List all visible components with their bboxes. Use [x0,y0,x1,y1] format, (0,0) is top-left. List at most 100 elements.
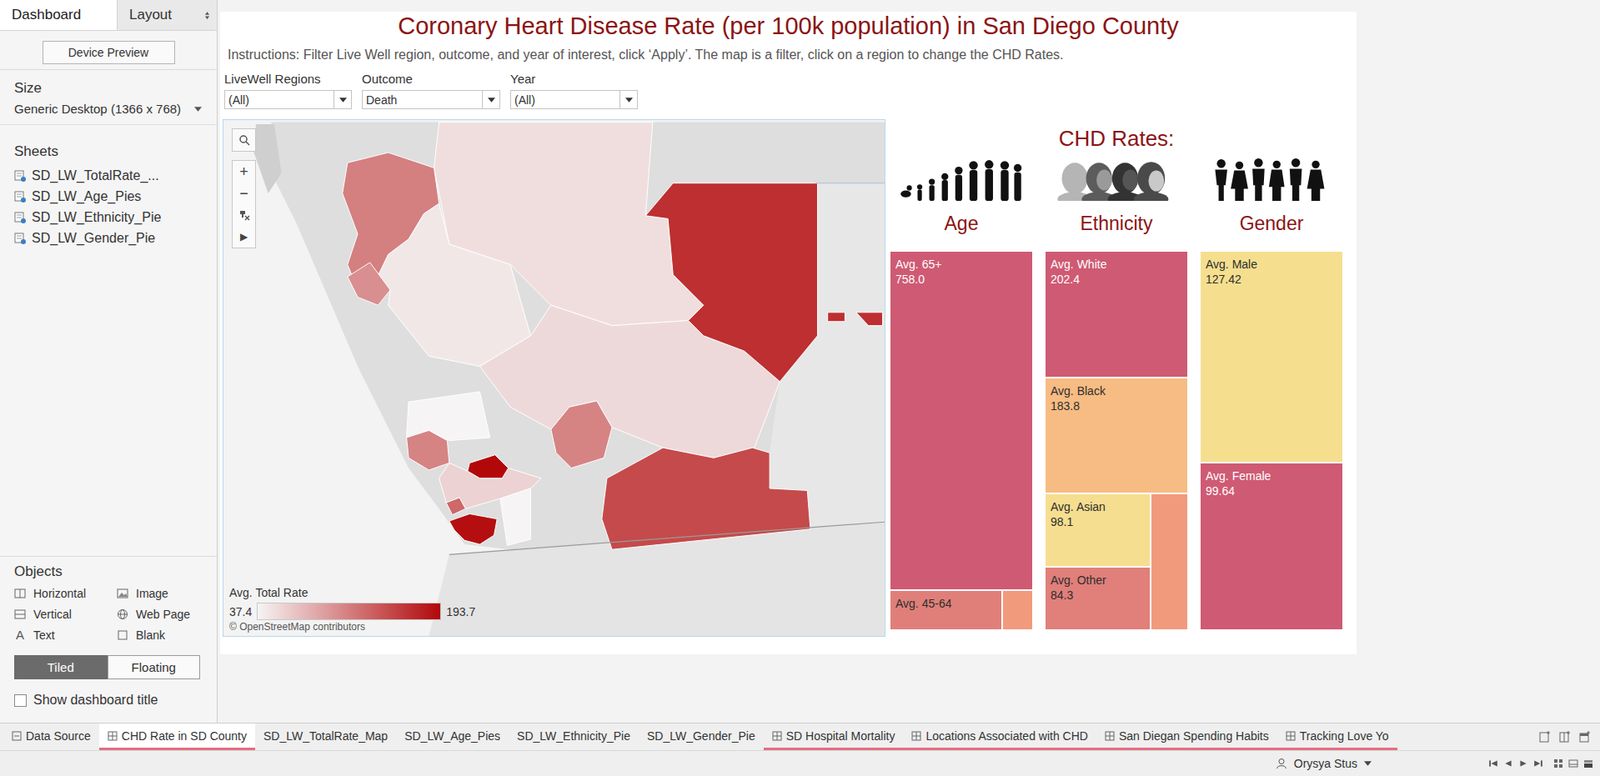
zoom-out-button[interactable]: − [232,182,256,205]
pane-tab[interactable]: Dashboard [0,0,117,31]
sheet-tab[interactable]: SD_LW_Age_Pies [396,723,509,751]
new-story-icon[interactable] [1578,730,1592,744]
treemap-cell[interactable] [1003,591,1033,630]
last-sheet-icon[interactable] [1533,758,1544,769]
filter: Outcome Death [361,71,501,110]
new-dashboard-icon[interactable] [1558,730,1572,744]
sheet-item[interactable]: SD_LW_Age_Pies [14,185,203,207]
cell-label: Avg. Male [1205,256,1338,272]
tiled-floating-toggle: TiledFloating [14,655,201,680]
filter-label: LiveWell Regions [224,71,352,87]
status-bar: Orysya Stus [0,750,1600,776]
filter-arrow [333,90,352,109]
treemap-group: Avg. Asian98.1Avg. Other84.3 [1045,494,1188,630]
map-region[interactable] [347,262,391,306]
treemap-cell[interactable]: Avg. 65+758.0 [890,251,1033,590]
map-region[interactable] [827,312,846,322]
object-item[interactable]: AText [14,626,117,643]
treemap-cell[interactable]: Avg. Female99.64 [1200,463,1343,630]
cell-label: Avg. 65+ [895,256,1028,272]
first-sheet-icon[interactable] [1488,758,1499,769]
map-region[interactable] [449,513,497,545]
object-label: Image [135,586,169,601]
mode-button[interactable]: Floating [107,655,201,680]
map-region[interactable] [342,152,440,291]
mode-button[interactable]: Tiled [14,655,108,680]
filter-dropdown[interactable]: Death [361,90,501,110]
treemap-group: Avg. 45-64 [890,591,1033,630]
map-region[interactable] [467,455,509,479]
sheet-label: SD_LW_Age_Pies [31,189,141,205]
sheet-item[interactable]: SD_LW_Gender_Pie [14,227,203,249]
sheet-tab[interactable]: SD_LW_Gender_Pie [638,723,764,751]
treemap-cell[interactable]: Avg. 45-64 [890,591,1002,630]
map-region[interactable] [856,312,883,327]
sheet-tab[interactable]: CHD Rate in SD County [99,723,256,751]
dashboard-icon [772,731,783,742]
sheet-tab[interactable]: SD_LW_Ethnicity_Pie [508,723,639,751]
next-sheet-icon[interactable] [1518,758,1529,769]
show-title-checkbox[interactable] [14,694,27,708]
pin-reset-icon [238,209,251,221]
map-canvas[interactable] [223,120,885,637]
user-menu[interactable]: Orysya Stus [1275,757,1372,771]
sheet-item[interactable]: SD_LW_Ethnicity_Pie [14,206,203,228]
cell-value: 758.0 [895,271,1028,287]
map-region[interactable] [500,488,532,546]
blank-object-icon [116,629,129,642]
dashboard-stage: Coronary Heart Disease Rate (per 100k po… [217,0,1600,723]
map-region[interactable] [406,430,450,471]
filter-label: Outcome [361,71,501,87]
treemap-cell[interactable] [1151,494,1188,630]
new-worksheet-icon[interactable] [1538,730,1552,744]
chd-rates-panel: CHD Rates:AgeAvg. 65+758.0Avg. 45-64Ethn… [885,119,1343,637]
map-region[interactable] [551,401,612,469]
treemap-cell[interactable]: Avg. Male127.42 [1200,251,1343,462]
filter: LiveWell Regions (All) [224,71,352,110]
previous-sheet-icon[interactable] [1503,758,1514,769]
size-dropdown[interactable]: Generic Desktop (1366 x 768) [0,101,217,126]
treemap-cell[interactable]: Avg. Black183.8 [1045,378,1188,493]
filter-dropdown[interactable]: (All) [510,90,638,110]
filter-dropdown[interactable]: (All) [224,90,352,110]
map-region[interactable] [645,183,818,382]
filmstrip-icon[interactable] [1568,758,1579,769]
dropdown-arrow-icon [194,106,202,112]
object-item[interactable]: Horizontal [14,585,117,602]
sheet-tab-label: Data Source [25,729,91,743]
sheet-tab[interactable]: Locations Associated with CHD [902,723,1097,751]
text-object-icon: A [14,627,26,643]
device-preview-row: Device Preview [0,30,217,71]
sheet-tab[interactable]: SD Hospital Mortality [763,723,904,751]
image-object-icon [116,587,129,600]
device-preview-button[interactable]: Device Preview [42,40,176,65]
object-item[interactable]: Image [116,585,203,602]
treemap-cell[interactable]: Avg. Asian98.1 [1045,494,1150,566]
sheet-tab[interactable]: SD_LW_TotalRate_Map [255,723,397,751]
map-view[interactable]: +−▶Avg. Total Rate37.4193.7© OpenStreetM… [222,119,886,637]
filter-value: (All) [228,93,250,107]
sheet-tab[interactable]: San Diegan Spending Habits [1096,723,1278,751]
treemap-cell[interactable]: Avg. White202.4 [1045,251,1188,377]
show-title-row[interactable]: Show dashboard title [14,692,203,708]
object-item[interactable]: Vertical [14,606,117,622]
object-item[interactable]: Blank [116,626,203,643]
sheet-item[interactable]: SD_LW_TotalRate_... [14,165,203,186]
tabs-view-icon[interactable] [1583,758,1594,769]
zoom-in-button[interactable]: + [232,160,256,183]
treemap-cell[interactable]: Avg. Other84.3 [1045,567,1150,630]
sheet-tab-bar: Data Source CHD Rate in SD CountySD_LW_To… [0,722,1600,751]
pin-map-button[interactable] [232,204,256,226]
sheet-tab[interactable]: Tracking Love Yo [1277,723,1398,751]
map-region[interactable] [601,447,811,550]
sheet-tab[interactable]: Data Source [3,723,100,751]
map-region[interactable] [446,497,466,516]
filter-bar: LiveWell Regions(All)OutcomeDeathYear(Al… [222,71,1355,110]
dashboard-icon [1104,731,1115,742]
expand-toolbar-button[interactable]: ▶ [232,225,256,248]
map-search-button[interactable] [231,128,256,152]
object-item[interactable]: Web Page [116,606,203,622]
sheet-sorter-icon[interactable] [1553,758,1564,769]
object-label: Horizontal [33,586,86,601]
pane-tab[interactable]: Layout [116,0,217,31]
